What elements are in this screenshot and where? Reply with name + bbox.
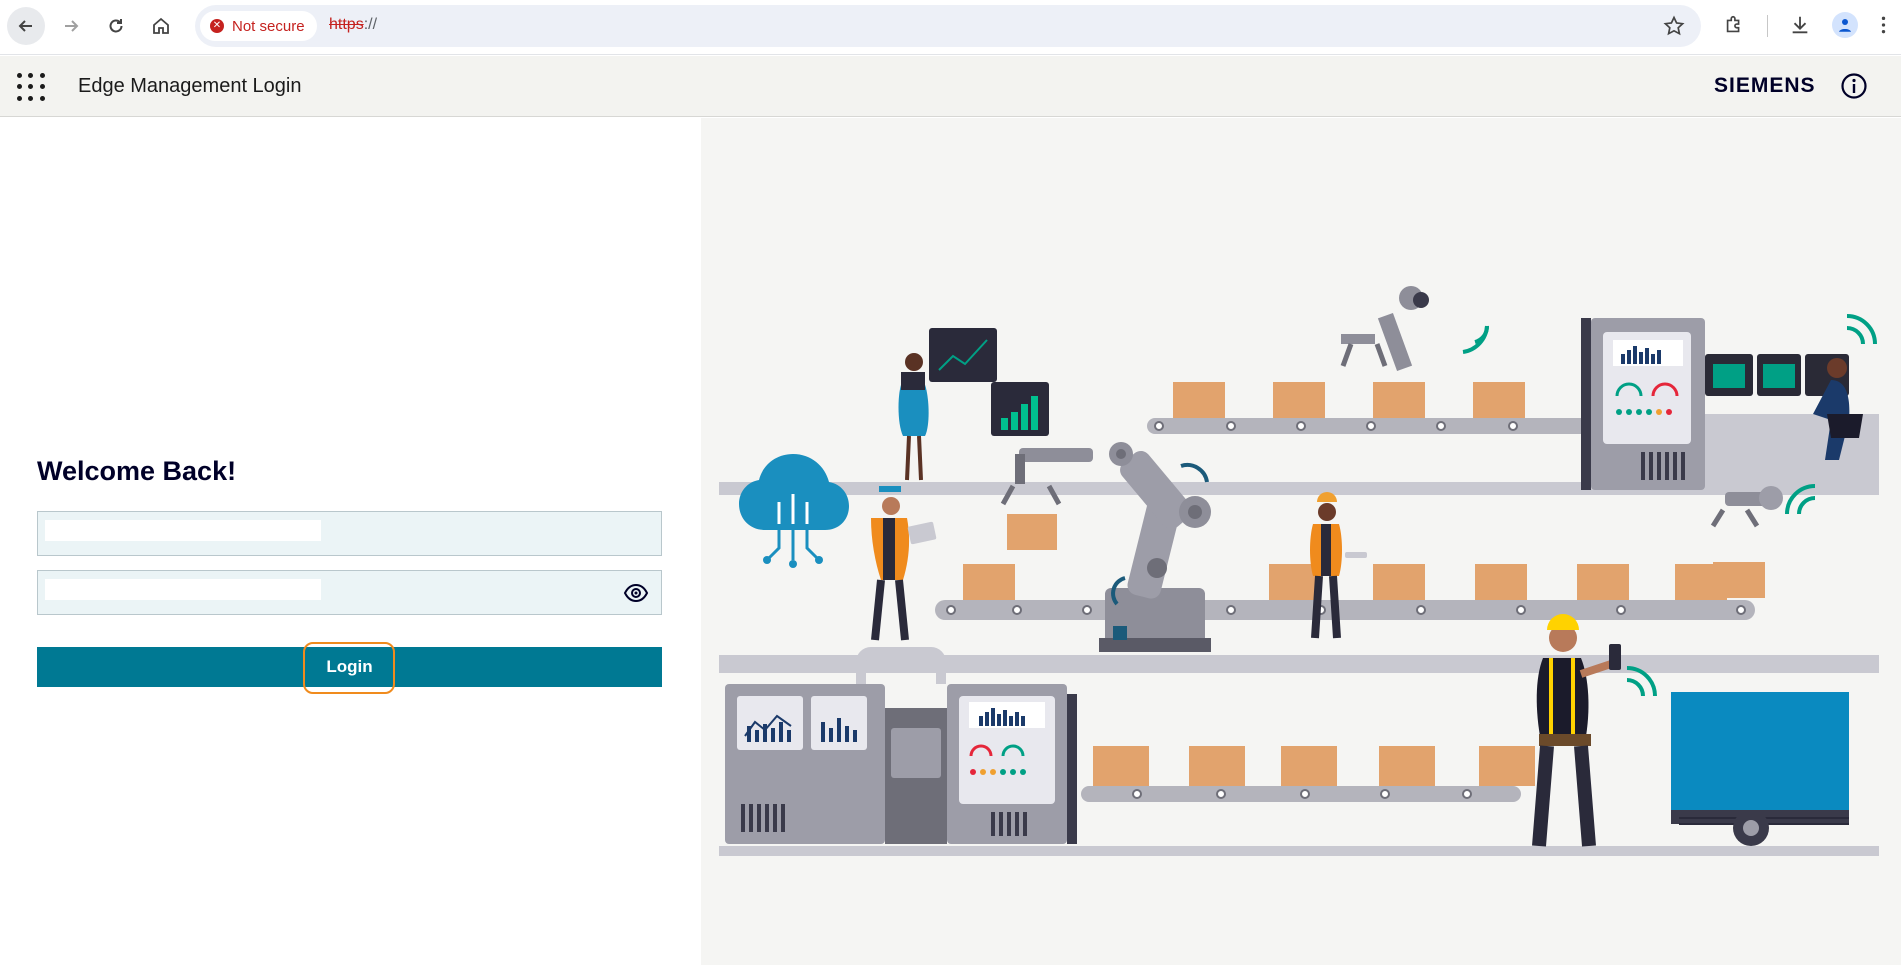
extensions-icon (1726, 15, 1740, 33)
login-button[interactable]: Login (37, 647, 662, 687)
security-label: Not secure (232, 17, 305, 35)
url-text[interactable]: https:// (329, 16, 377, 34)
show-password-icon[interactable] (623, 582, 649, 604)
profile-button[interactable] (1832, 12, 1858, 38)
not-secure-icon: ✕ (210, 19, 224, 33)
toolbar-divider (1767, 15, 1768, 37)
brand-logo: SIEMENS (1714, 74, 1816, 97)
password-field[interactable] (37, 570, 662, 615)
profile-icon (1839, 19, 1851, 32)
welcome-heading: Welcome Back! (37, 456, 237, 486)
home-button[interactable] (142, 7, 180, 45)
app-switcher-icon[interactable] (14, 70, 48, 104)
star-icon[interactable] (1663, 15, 1685, 37)
username-input[interactable] (45, 520, 321, 541)
kebab-menu-icon (1881, 16, 1885, 34)
app-title: Edge Management Login (78, 75, 302, 97)
browser-menu-button[interactable] (1876, 12, 1890, 38)
login-panel: Welcome Back! Login (0, 118, 700, 965)
reload-icon (109, 19, 123, 33)
back-arrow-icon (18, 20, 32, 32)
username-field[interactable] (37, 511, 662, 556)
forward-button[interactable] (52, 7, 90, 45)
forward-arrow-icon (65, 20, 79, 32)
browser-toolbar: ✕ Not secure https:// (0, 0, 1901, 55)
address-bar[interactable]: ✕ Not secure https:// (195, 5, 1701, 47)
download-icon (1792, 16, 1808, 34)
app-header: Edge Management Login SIEMENS (0, 56, 1901, 117)
info-icon[interactable] (1840, 72, 1868, 100)
downloads-button[interactable] (1787, 12, 1813, 38)
reload-button[interactable] (97, 7, 135, 45)
back-button[interactable] (7, 7, 45, 45)
factory-illustration-svg (719, 286, 1879, 856)
extensions-button[interactable] (1721, 12, 1747, 38)
url-rest: :// (363, 16, 378, 33)
security-chip[interactable]: ✕ Not secure (200, 11, 317, 41)
url-scheme: https (329, 16, 364, 33)
home-icon (153, 17, 169, 34)
factory-illustration (701, 118, 1901, 965)
password-input[interactable] (45, 579, 321, 600)
